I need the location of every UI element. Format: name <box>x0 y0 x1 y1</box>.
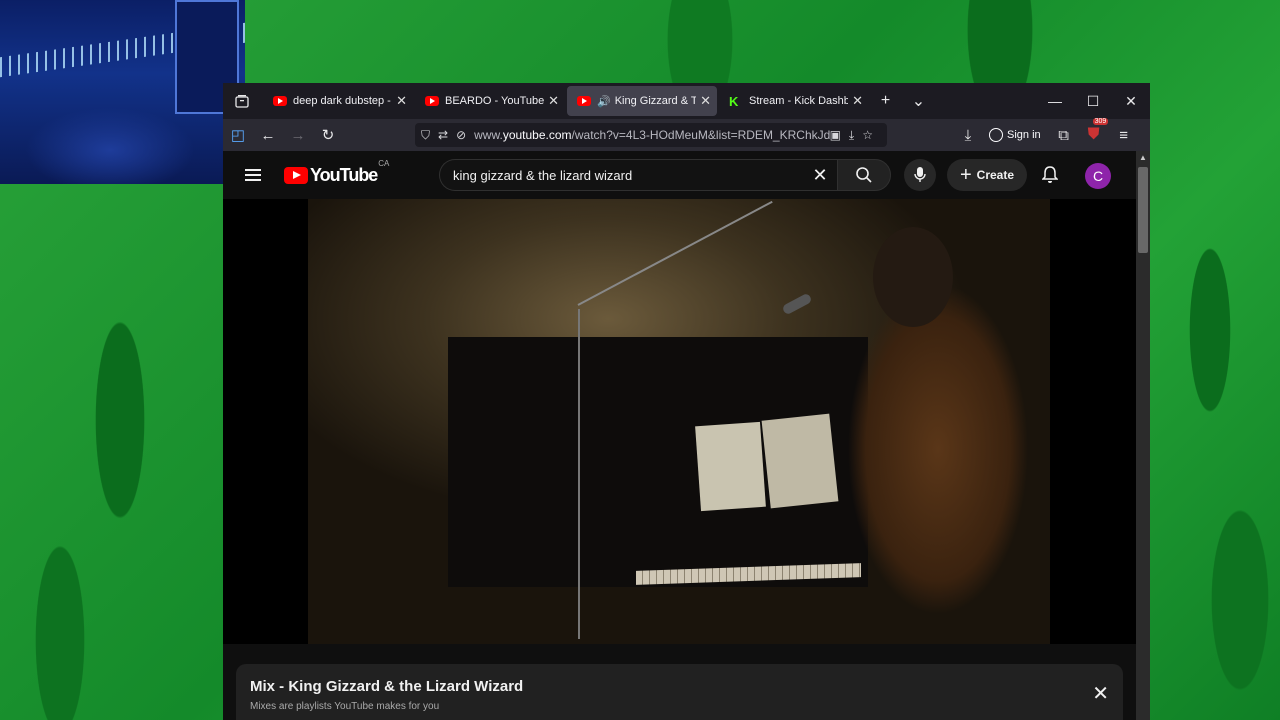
youtube-header: YouTube CA king gizzard & the lizard wiz… <box>223 151 1136 199</box>
downloads-icon[interactable]: ⤓ <box>953 127 983 144</box>
maximize-icon[interactable]: ☐ <box>1074 93 1112 110</box>
notifications-bell-icon[interactable] <box>1038 163 1062 187</box>
pianist-head <box>873 227 953 327</box>
avatar[interactable]: C <box>1085 163 1111 189</box>
microphone-boom <box>577 200 773 306</box>
scroll-up-icon[interactable]: ▲ <box>1136 151 1150 165</box>
tab-kick-dashboard[interactable]: K Stream - Kick Dashboard ✕ <box>719 86 869 116</box>
autoplay-blocked-icon[interactable]: ⊘ <box>456 128 466 142</box>
tab-title: King Gizzard & The Li <box>614 95 697 107</box>
close-icon[interactable]: ✕ <box>700 93 711 109</box>
minimize-icon[interactable]: — <box>1036 93 1074 109</box>
youtube-icon <box>577 96 591 106</box>
scrollbar-thumb[interactable] <box>1138 167 1148 253</box>
search-icon <box>856 167 872 183</box>
close-icon[interactable]: ✕ <box>548 93 559 109</box>
microphone-icon <box>914 167 926 182</box>
reload-icon[interactable]: ↻ <box>313 126 343 144</box>
picture-in-picture-icon[interactable]: ▣ <box>830 128 841 142</box>
address-bar[interactable]: ⛉ ⇄ ⊘ www.youtube.com/watch?v=4L3-HOdMeu… <box>415 123 887 147</box>
shield-icon[interactable]: ⛉ <box>421 128 430 143</box>
sign-in-button[interactable]: Sign in <box>989 128 1041 142</box>
youtube-page: YouTube CA king gizzard & the lizard wiz… <box>223 151 1136 720</box>
microphone-stand <box>578 309 580 639</box>
search-query[interactable]: king gizzard & the lizard wizard <box>440 168 803 183</box>
plus-icon: + <box>959 164 972 186</box>
youtube-icon <box>273 96 287 106</box>
sign-in-label: Sign in <box>1007 129 1041 141</box>
save-page-icon[interactable]: ⤓ <box>849 128 854 143</box>
back-icon[interactable]: ← <box>253 127 283 144</box>
close-icon[interactable]: ✕ <box>396 93 407 109</box>
youtube-icon <box>425 96 439 106</box>
youtube-logo[interactable]: YouTube CA <box>284 159 389 186</box>
navigation-toolbar: ◰ ← → ↻ ⛉ ⇄ ⊘ www.youtube.com/watch?v=4L… <box>223 118 1150 151</box>
speaker-icon[interactable]: 🔊 <box>597 95 611 108</box>
mix-title[interactable]: Mix - King Gizzard & the Lizard Wizard <box>250 678 1109 695</box>
tab-title: BEARDO - YouTube <box>445 95 545 107</box>
tab-deep-dark-dubstep[interactable]: deep dark dubstep - YouT ✕ <box>263 86 413 116</box>
mix-subtitle: Mixes are playlists YouTube makes for yo… <box>250 701 440 712</box>
url-text: www.youtube.com/watch?v=4L3-HOdMeuM&list… <box>474 128 830 142</box>
search-input[interactable]: king gizzard & the lizard wizard ✕ <box>439 159 837 191</box>
container-icon[interactable]: ◰ <box>223 126 253 144</box>
country-code: CA <box>378 158 390 168</box>
youtube-play-icon <box>284 166 308 184</box>
close-icon[interactable]: ✕ <box>852 93 863 109</box>
tab-list-icon[interactable] <box>223 83 261 119</box>
tab-bar: deep dark dubstep - YouT ✕ BEARDO - YouT… <box>223 83 1150 119</box>
kick-icon: K <box>729 93 739 109</box>
chevron-down-icon[interactable]: ⌄ <box>902 91 935 111</box>
tab-beardo[interactable]: BEARDO - YouTube ✕ <box>415 86 565 116</box>
create-button[interactable]: + Create <box>947 159 1027 191</box>
window-close-icon[interactable]: ✕ <box>1112 93 1150 110</box>
extension-button[interactable]: ⛊ 309 <box>1079 118 1109 144</box>
bookmark-star-icon[interactable]: ☆ <box>862 128 873 142</box>
account-icon <box>989 128 1003 142</box>
close-icon[interactable]: ✕ <box>1092 684 1109 704</box>
sheet-music <box>695 421 766 512</box>
tab-king-gizzard[interactable]: 🔊 King Gizzard & The Li ✕ <box>567 86 717 116</box>
forward-icon[interactable]: → <box>283 127 313 144</box>
logo-text: YouTube <box>310 164 378 185</box>
hamburger-menu-icon[interactable] <box>245 166 261 184</box>
permissions-icon[interactable]: ⇄ <box>438 128 448 142</box>
webcam-overlay <box>0 0 245 184</box>
browser-window: deep dark dubstep - YouT ✕ BEARDO - YouT… <box>223 83 1150 720</box>
tab-title: Stream - Kick Dashboard <box>749 95 849 107</box>
tab-title: deep dark dubstep - YouT <box>293 95 392 107</box>
mix-playlist-panel: Mix - King Gizzard & the Lizard Wizard M… <box>236 664 1123 720</box>
create-label: Create <box>976 168 1015 182</box>
ublock-icon: ⛊ <box>1087 126 1100 143</box>
menu-icon[interactable]: ≡ <box>1109 127 1139 144</box>
voice-search-button[interactable] <box>904 159 936 191</box>
search-button[interactable] <box>837 159 891 191</box>
clear-search-icon[interactable]: ✕ <box>803 165 837 186</box>
video-player[interactable] <box>223 199 1136 644</box>
new-tab-icon[interactable]: + <box>869 92 902 110</box>
video-frame <box>308 199 1050 644</box>
extensions-icon[interactable]: ⧉ <box>1049 127 1079 144</box>
page-scrollbar[interactable]: ▲ <box>1136 151 1150 720</box>
extension-badge: 309 <box>1092 118 1109 125</box>
